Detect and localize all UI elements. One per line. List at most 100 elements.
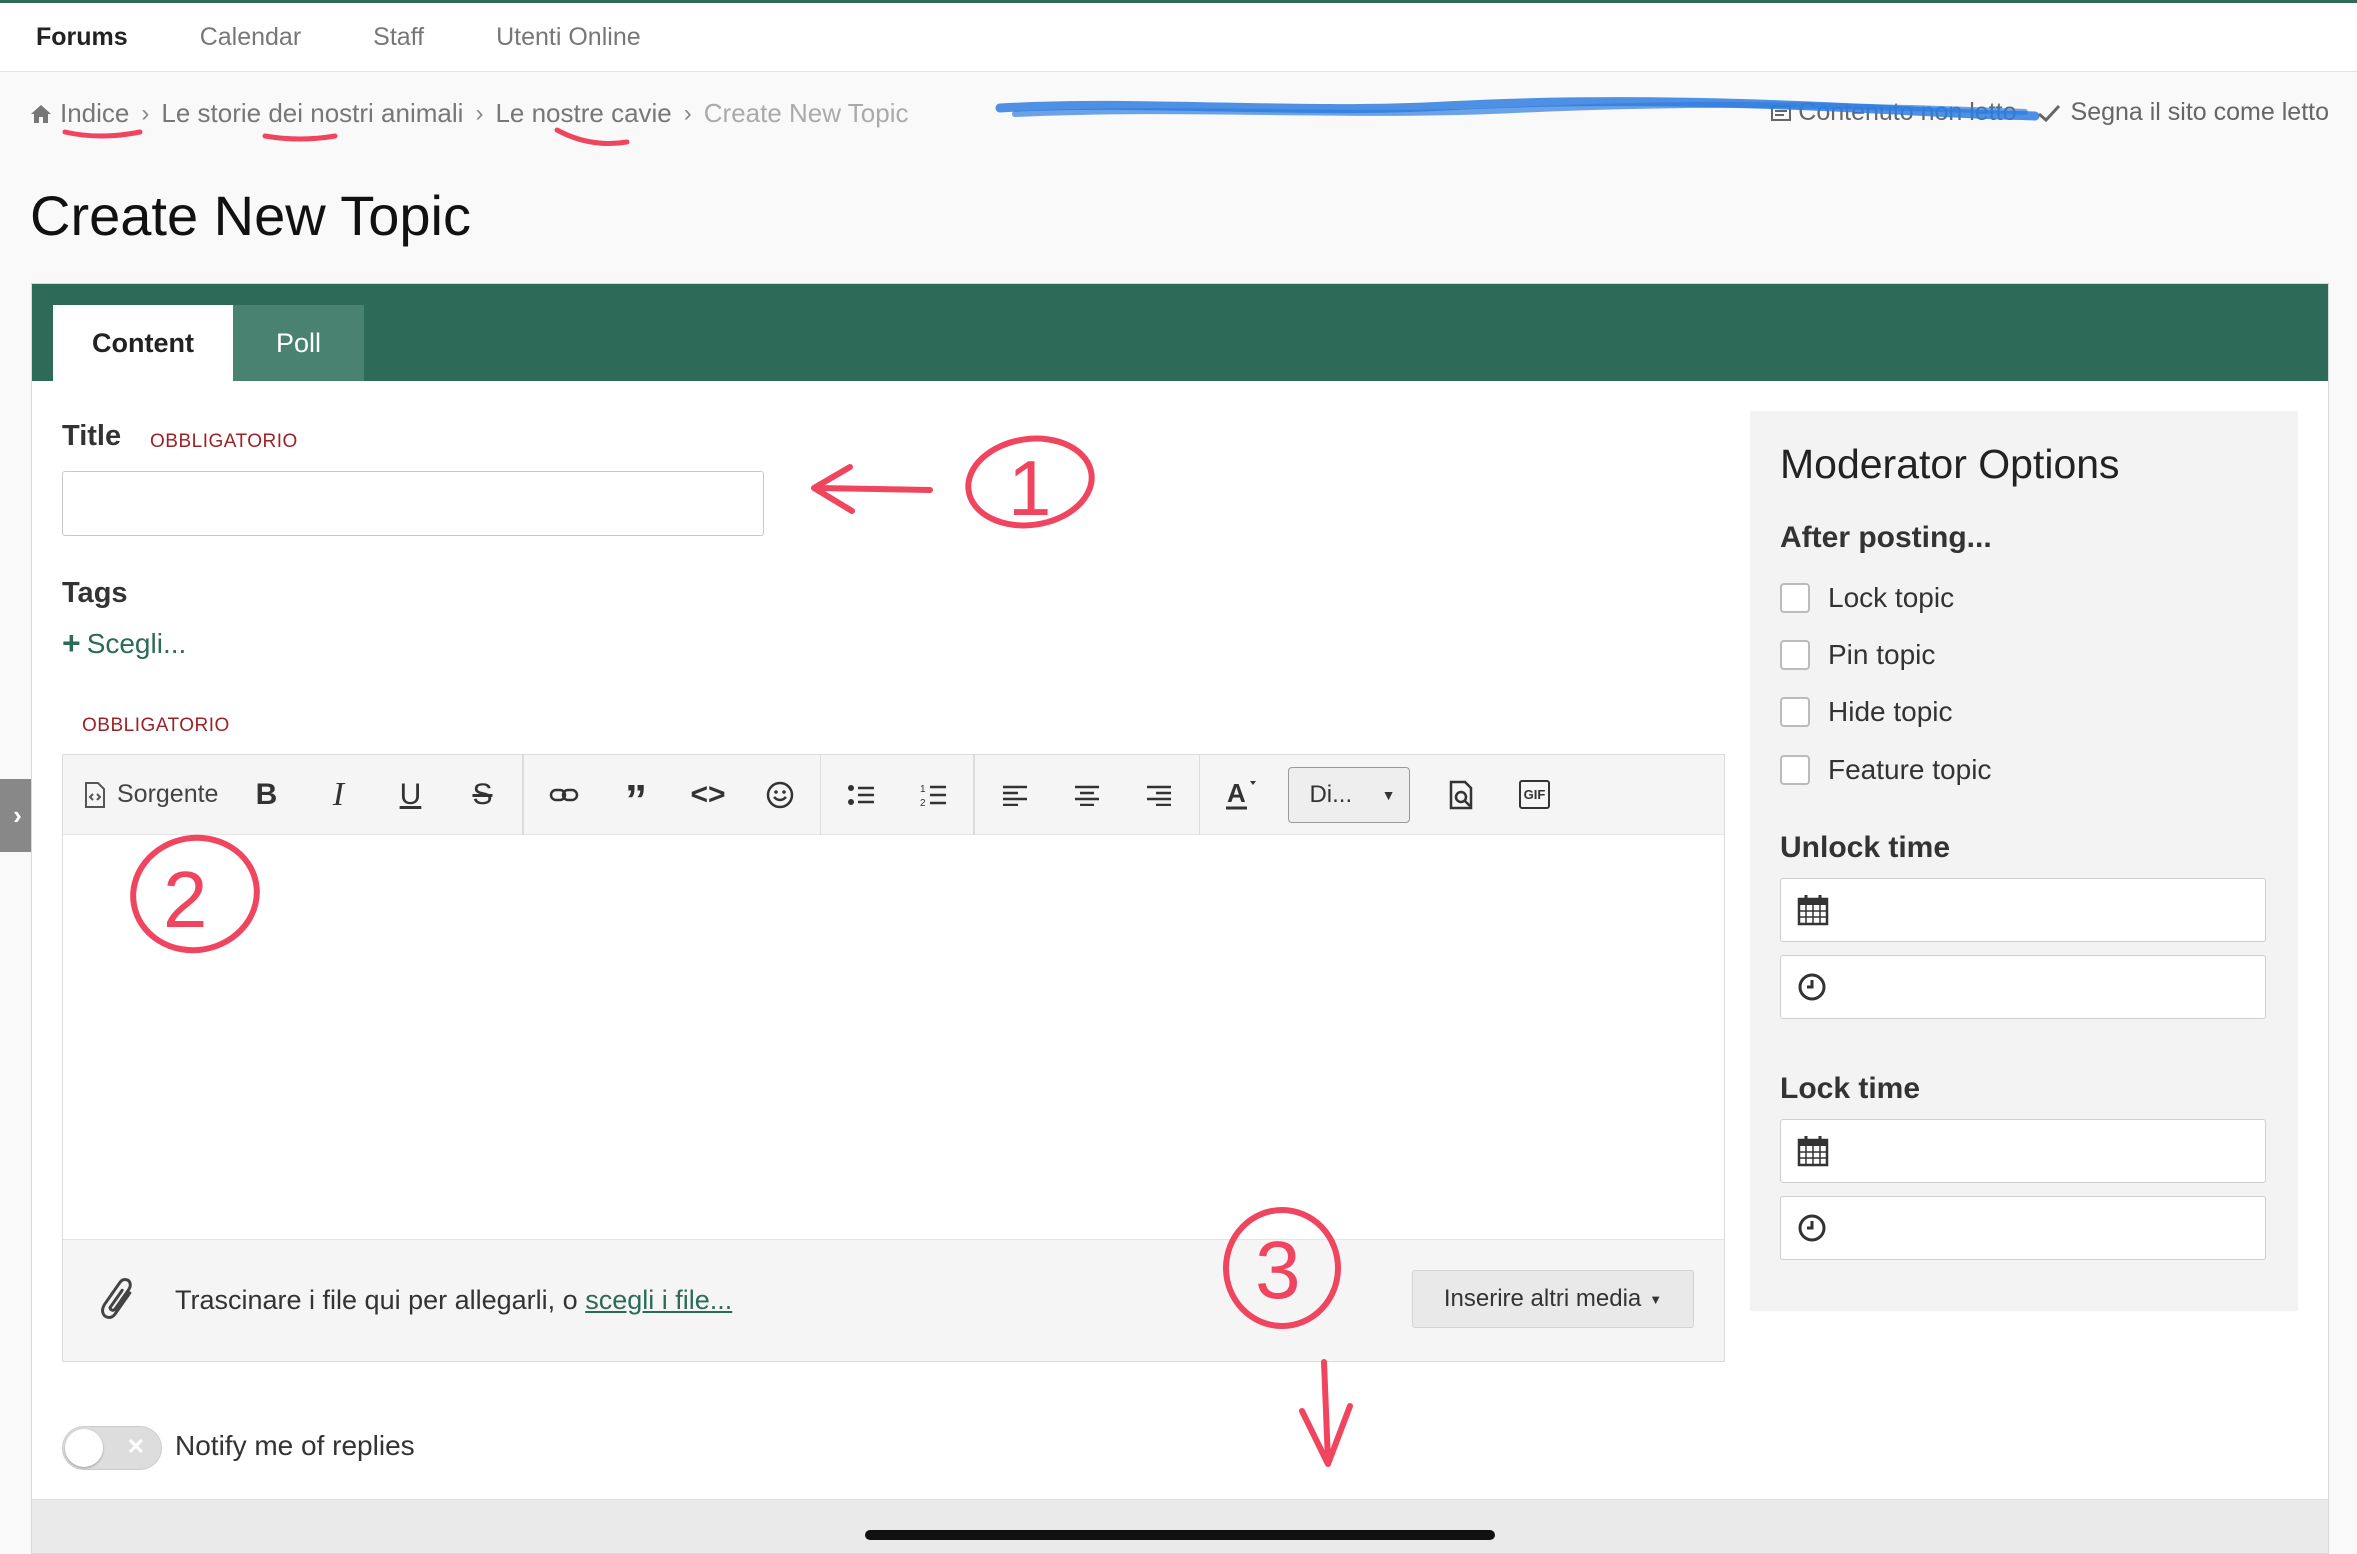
gif-icon: GIF xyxy=(1518,780,1551,809)
topic-form: Content Poll Title OBBLIGATORIO Tags + S… xyxy=(31,283,2329,1554)
document-icon xyxy=(1771,104,1792,121)
editor-toolbar: Sorgente B I U S ” <> 12 A Di... ▼ GIF xyxy=(63,754,1724,835)
choose-tags-button[interactable]: + Scegli... xyxy=(62,625,186,662)
emoji-button[interactable] xyxy=(744,765,816,825)
rich-text-editor: Sorgente B I U S ” <> 12 A Di... ▼ GIF T… xyxy=(62,754,1725,1362)
notify-label: Notify me of replies xyxy=(175,1430,415,1461)
paperclip-icon xyxy=(100,1277,132,1319)
lock-time-input[interactable] xyxy=(1780,1196,2266,1260)
toolbar-divider xyxy=(819,754,822,835)
lock-date-input[interactable] xyxy=(1780,1119,2266,1183)
preview-icon xyxy=(1450,780,1473,809)
caret-down-icon: ▼ xyxy=(1381,786,1396,803)
code-button[interactable]: <> xyxy=(672,765,744,825)
italic-icon: I xyxy=(332,775,345,813)
breadcrumb-links: Contenuto non letto Segna il sito come l… xyxy=(1770,98,2329,127)
top-nav: Forums Calendar Staff Utenti Online xyxy=(0,0,2357,72)
nav-staff[interactable]: Staff xyxy=(373,23,424,52)
source-button[interactable]: Sorgente xyxy=(79,780,230,809)
title-label: Title xyxy=(62,420,122,452)
insert-media-button[interactable]: Inserire altri media ▼ xyxy=(1412,1270,1694,1328)
align-center-button[interactable] xyxy=(1051,765,1123,825)
pin-topic-checkbox[interactable] xyxy=(1780,640,1810,670)
unread-content-link[interactable]: Contenuto non letto xyxy=(1770,98,2017,127)
strikethrough-icon: S xyxy=(472,777,493,811)
insert-media-label: Inserire altri media xyxy=(1443,1285,1642,1312)
lock-topic-checkbox[interactable] xyxy=(1780,583,1810,613)
bold-button[interactable]: B xyxy=(230,765,302,825)
breadcrumb-home[interactable]: Indice xyxy=(60,98,129,129)
choose-files-link[interactable]: scegli i file... xyxy=(585,1285,732,1315)
tab-poll[interactable]: Poll xyxy=(233,305,364,381)
toolbar-divider xyxy=(973,754,975,835)
moderator-options-title: Moderator Options xyxy=(1780,441,2120,487)
breadcrumb-category[interactable]: Le storie dei nostri animali xyxy=(161,98,463,129)
toolbar-divider xyxy=(1198,754,1201,835)
align-center-icon xyxy=(1074,785,1099,806)
calendar-icon xyxy=(1797,895,1829,926)
unlock-time-input[interactable] xyxy=(1780,955,2266,1019)
source-label: Sorgente xyxy=(117,780,219,808)
pin-topic-option[interactable]: Pin topic xyxy=(1780,639,1935,671)
align-right-button[interactable] xyxy=(1123,765,1195,825)
editor-text-area[interactable] xyxy=(63,835,1724,1235)
choose-tags-label: Scegli... xyxy=(86,627,187,659)
home-indicator xyxy=(865,1530,1495,1540)
format-select-value: Di... xyxy=(1309,780,1353,808)
feature-topic-option[interactable]: Feature topic xyxy=(1780,754,1991,786)
hide-topic-option[interactable]: Hide topic xyxy=(1780,696,1953,728)
gif-button[interactable]: GIF xyxy=(1498,765,1570,825)
attach-instructions: Trascinare i file qui per allegarli, o s… xyxy=(175,1285,732,1316)
nav-forums[interactable]: Forums xyxy=(36,23,128,52)
bullet-list-icon xyxy=(848,784,875,805)
feature-topic-checkbox[interactable] xyxy=(1780,755,1810,785)
underline-button[interactable]: U xyxy=(374,765,446,825)
align-left-button[interactable] xyxy=(979,765,1051,825)
editor-required-badge: OBBLIGATORIO xyxy=(82,715,230,736)
clock-icon xyxy=(1798,1214,1826,1242)
chevron-right-icon: › xyxy=(683,99,692,127)
unread-content-label: Contenuto non letto xyxy=(1798,98,2017,126)
smile-icon xyxy=(766,781,794,808)
strikethrough-button[interactable]: S xyxy=(446,765,518,825)
quote-icon: ” xyxy=(624,776,647,826)
hide-topic-checkbox[interactable] xyxy=(1780,697,1810,727)
moderator-options-panel: Moderator Options After posting... Lock … xyxy=(1750,411,2298,1311)
attach-text: Trascinare i file qui per allegarli, o xyxy=(175,1285,586,1315)
link-icon xyxy=(549,788,579,801)
mark-site-read-link[interactable]: Segna il sito come letto xyxy=(2037,98,2329,127)
breadcrumb: Indice › Le storie dei nostri animali › … xyxy=(30,98,909,129)
pin-topic-label: Pin topic xyxy=(1828,639,1936,670)
nav-online-users[interactable]: Utenti Online xyxy=(496,23,641,52)
source-code-icon xyxy=(85,781,105,808)
title-input[interactable] xyxy=(62,471,764,536)
check-icon xyxy=(2037,104,2060,122)
unlock-time-label: Unlock time xyxy=(1780,831,1951,864)
form-tabs: Content Poll xyxy=(32,284,2328,381)
format-select[interactable]: Di... ▼ xyxy=(1288,766,1411,823)
lock-topic-option[interactable]: Lock topic xyxy=(1780,582,1954,614)
nav-calendar[interactable]: Calendar xyxy=(200,23,301,52)
title-required-badge: OBBLIGATORIO xyxy=(150,431,298,452)
text-color-button[interactable]: A xyxy=(1204,765,1276,825)
italic-button[interactable]: I xyxy=(302,765,374,825)
notify-toggle[interactable]: ✕ xyxy=(62,1426,162,1470)
unlock-date-input[interactable] xyxy=(1780,878,2266,942)
align-right-icon xyxy=(1146,785,1171,806)
svg-text:A: A xyxy=(1227,778,1246,808)
breadcrumb-current: Create New Topic xyxy=(703,98,909,128)
numbered-list-icon: 12 xyxy=(920,784,947,808)
preview-button[interactable] xyxy=(1426,765,1498,825)
bullet-list-button[interactable] xyxy=(825,765,897,825)
svg-text:2: 2 xyxy=(920,798,926,808)
form-footer xyxy=(32,1499,2328,1553)
feature-topic-label: Feature topic xyxy=(1828,754,1992,785)
tab-content[interactable]: Content xyxy=(53,305,233,381)
breadcrumb-forum[interactable]: Le nostre cavie xyxy=(495,98,671,129)
quote-button[interactable]: ” xyxy=(600,765,672,825)
bold-icon: B xyxy=(255,777,278,811)
sidebar-expand-tab[interactable]: › xyxy=(0,779,35,852)
numbered-list-button[interactable]: 12 xyxy=(897,765,969,825)
link-button[interactable] xyxy=(528,765,600,825)
align-left-icon xyxy=(1002,785,1027,806)
